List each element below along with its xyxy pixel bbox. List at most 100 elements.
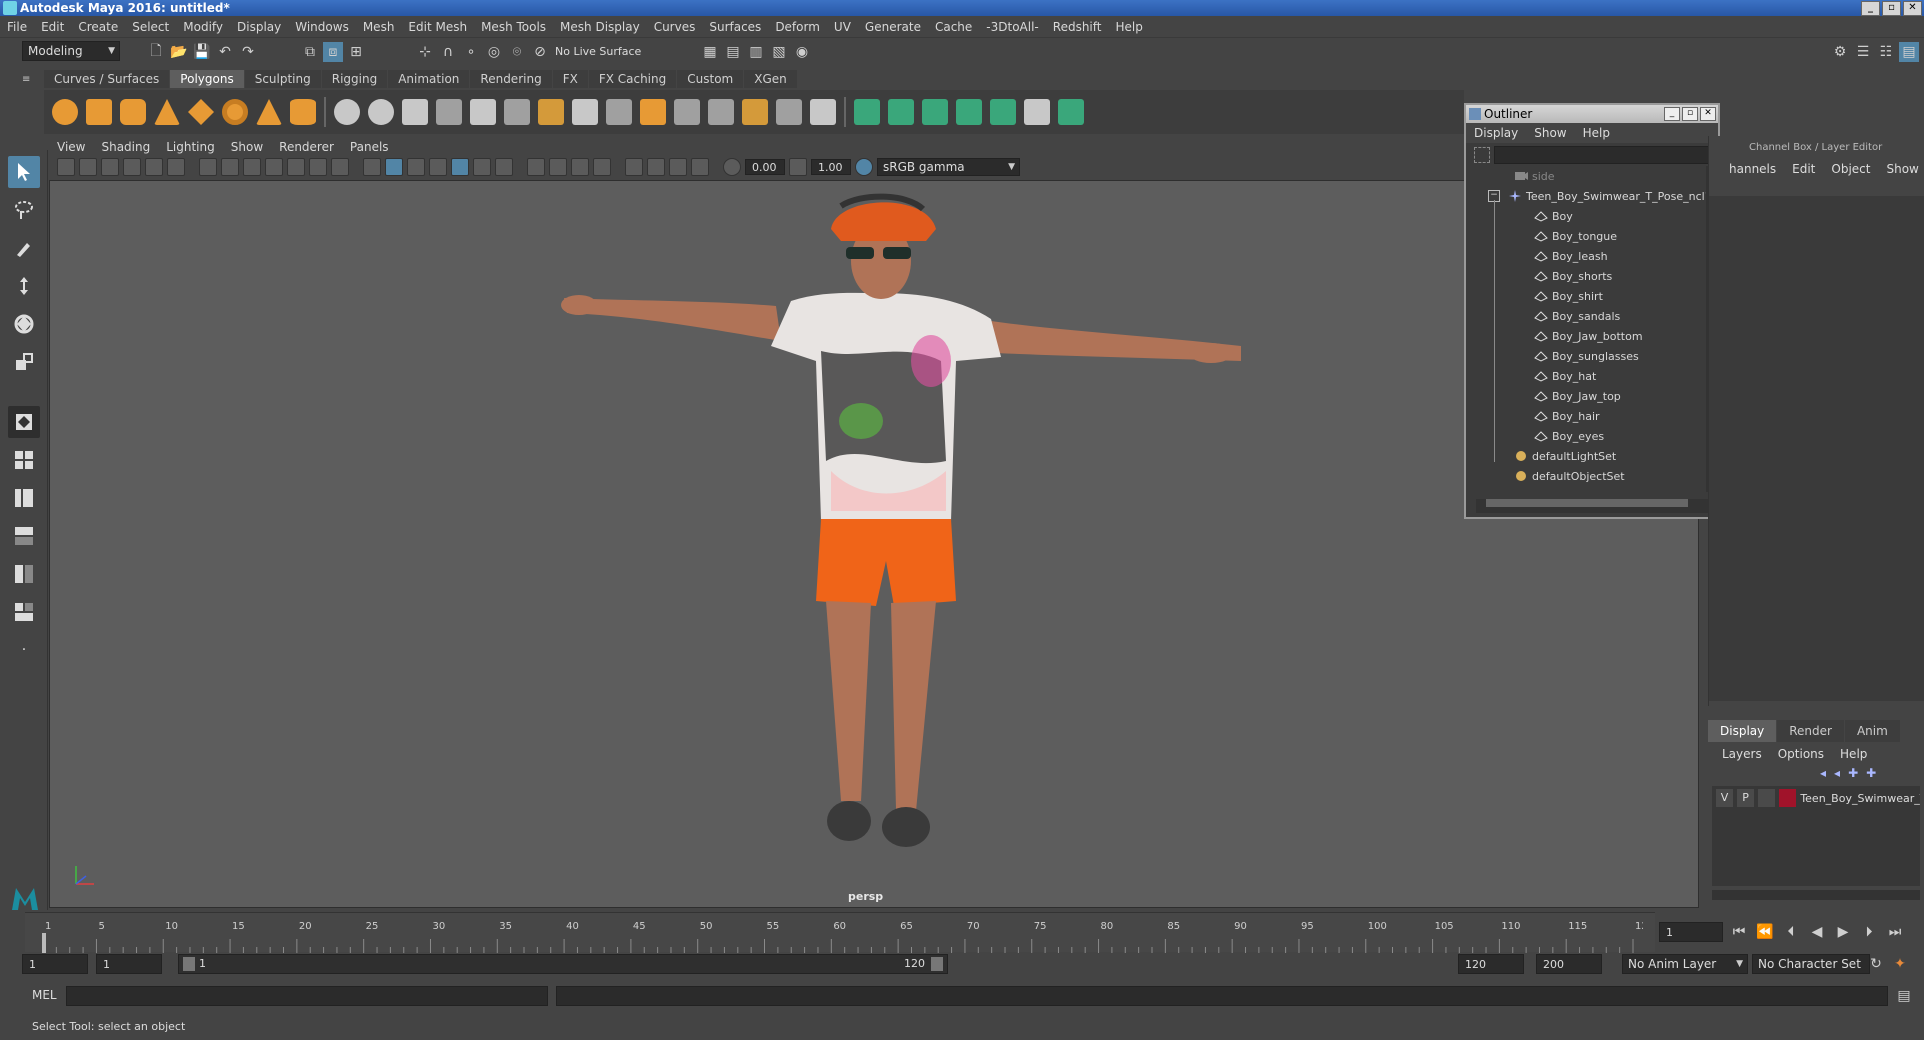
outliner-search-input[interactable] [1494,146,1714,164]
viewport-menu-panels[interactable]: Panels [342,140,397,154]
viewport-menu-view[interactable]: View [49,140,93,154]
xray-icon[interactable] [647,158,665,176]
smooth-shade-icon[interactable] [385,158,403,176]
channel-box-menu-show[interactable]: Show [1878,162,1924,176]
persp-uv-layout[interactable] [8,596,40,628]
save-scene-icon[interactable]: 💾 [192,42,212,62]
persp-graph-layout[interactable] [8,520,40,552]
modeling-toolkit-icon[interactable]: ⚙ [1830,42,1850,62]
outliner-item[interactable]: Boy_leash [1466,246,1718,266]
view-transform-dropdown[interactable]: sRGB gamma ▼ [877,158,1020,176]
poly-prism-icon[interactable] [256,99,282,125]
menu-generate[interactable]: Generate [858,20,928,34]
menu-mesh[interactable]: Mesh [356,20,402,34]
animation-preferences-icon[interactable]: ✦ [1890,954,1910,974]
extrude-icon[interactable] [470,99,496,125]
viewport-menu-show[interactable]: Show [223,140,271,154]
spherical-uv-icon[interactable] [922,99,948,125]
isolate-select-icon[interactable] [625,158,643,176]
xray-joints-icon[interactable] [669,158,687,176]
close-button[interactable]: ✕ [1903,1,1922,16]
outliner-item[interactable]: Boy_sandals [1466,306,1718,326]
menu-select[interactable]: Select [125,20,176,34]
shelf-tab-polygons[interactable]: Polygons [170,70,244,88]
snap-surface-icon[interactable]: ⌾ [507,42,527,62]
four-view-layout[interactable] [8,444,40,476]
safe-title-icon[interactable] [331,158,349,176]
menu-edit-mesh[interactable]: Edit Mesh [401,20,474,34]
layer-tab-display[interactable]: Display [1708,720,1777,742]
fill-hole-icon[interactable] [606,99,632,125]
unfold-icon[interactable] [1058,99,1084,125]
menu-modify[interactable]: Modify [176,20,230,34]
checker-icon[interactable] [1024,99,1050,125]
merge-icon[interactable] [640,99,666,125]
new-scene-icon[interactable]: 🗋 [146,42,166,62]
quad-draw-icon[interactable] [810,99,836,125]
wireframe-icon[interactable] [363,158,381,176]
outliner-item[interactable]: defaultObjectSet [1466,466,1718,486]
planar-uv-icon[interactable] [854,99,880,125]
outliner-item[interactable]: Boy_sunglasses [1466,346,1718,366]
range-end-handle[interactable] [931,957,943,971]
poly-plane-icon[interactable] [188,99,214,125]
grid-icon[interactable] [199,158,217,176]
menu-curves[interactable]: Curves [647,20,703,34]
menu-file[interactable]: File [0,20,34,34]
snap-curve-icon[interactable]: ∩ [438,42,458,62]
move-layer-up-icon[interactable]: ◂ [1820,766,1826,780]
layer-tab-render[interactable]: Render [1777,720,1844,742]
shelf-tab-xgen[interactable]: XGen [744,70,797,88]
single-perspective-layout[interactable] [8,406,40,438]
playback-start-field[interactable]: 1 [96,954,162,974]
maximize-button[interactable]: ▫ [1882,1,1901,16]
go-to-end-icon[interactable]: ⏭ [1885,922,1905,942]
persp-outliner-layout[interactable] [8,482,40,514]
channel-box-menu-channels[interactable]: hannels [1721,162,1784,176]
select-hierarchy-icon[interactable]: ⧉ [300,42,320,62]
menu-redshift[interactable]: Redshift [1046,20,1109,34]
camera-attributes-icon[interactable] [79,158,97,176]
bevel-icon[interactable] [538,99,564,125]
select-tool[interactable] [8,156,40,188]
animation-end-field[interactable]: 200 [1536,954,1602,974]
outliner-titlebar[interactable]: Outliner _ ▫ ✕ [1466,105,1718,123]
make-live-icon[interactable]: ⊘ [530,42,550,62]
current-frame-field[interactable]: 1 [1659,922,1723,942]
shadows-icon[interactable] [495,158,513,176]
undo-icon[interactable]: ↶ [215,42,235,62]
perspective-viewport[interactable] [49,180,1699,908]
shelf-tab-rendering[interactable]: Rendering [470,70,552,88]
image-plane-icon[interactable] [123,158,141,176]
outliner-item[interactable]: Boy_hair [1466,406,1718,426]
animation-start-field[interactable]: 1 [22,954,88,974]
play-forwards-icon[interactable]: ▶ [1833,922,1853,942]
uv-editor-icon[interactable] [990,99,1016,125]
film-gate-icon[interactable] [221,158,239,176]
shelf-tab-sculpting[interactable]: Sculpting [244,70,321,88]
use-all-lights-icon[interactable] [473,158,491,176]
scrollbar-thumb[interactable] [1486,499,1688,507]
field-chart-icon[interactable] [287,158,305,176]
poly-cylinder-icon[interactable] [120,99,146,125]
2d-pan-zoom-icon[interactable] [145,158,163,176]
viewport-menu-lighting[interactable]: Lighting [158,140,223,154]
layer-menu-layers[interactable]: Layers [1714,747,1770,761]
minimize-button[interactable]: _ [1861,1,1880,16]
outliner-item[interactable]: Boy_hat [1466,366,1718,386]
layer-menu-help[interactable]: Help [1832,747,1875,761]
menu-edit[interactable]: Edit [34,20,71,34]
script-editor-icon[interactable]: ▤ [1894,986,1914,1006]
hypershade-layout[interactable] [8,558,40,590]
poly-pipe-icon[interactable] [290,99,316,125]
layer-visibility-toggle[interactable]: V [1716,789,1734,807]
open-scene-icon[interactable]: 📂 [169,42,189,62]
shelf-tab-fx[interactable]: FX [552,70,588,88]
combine-icon[interactable] [334,99,360,125]
shelf-menu-icon[interactable]: ≡ [22,74,36,88]
menu-surfaces[interactable]: Surfaces [702,20,768,34]
range-start-handle[interactable] [183,957,195,971]
outliner-item[interactable]: Boy_shirt [1466,286,1718,306]
step-forward-frame-icon[interactable]: ⏵ [1859,922,1879,942]
redo-icon[interactable]: ↷ [238,42,258,62]
